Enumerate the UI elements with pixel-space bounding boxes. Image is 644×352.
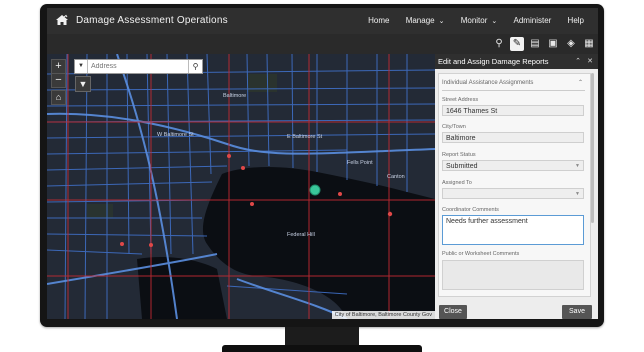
public-comments-label: Public or Worksheet Comments bbox=[442, 251, 520, 257]
photo-icon[interactable]: ▣ bbox=[546, 37, 560, 51]
chevron-down-icon: ⌄ bbox=[438, 18, 445, 25]
basemap: Baltimore W Baltimore St E Baltimore St … bbox=[47, 54, 435, 319]
close-icon[interactable]: ✕ bbox=[587, 57, 593, 65]
panel-scrollbar[interactable] bbox=[591, 73, 594, 223]
filter-button[interactable]: ▼ bbox=[75, 76, 91, 92]
panel-form: Individual Assistance Assignments ⌃ Stre… bbox=[438, 73, 591, 297]
nav-help-label: Help bbox=[567, 16, 584, 25]
address-search[interactable]: ▼ ⚲ bbox=[74, 59, 203, 74]
street-address-label: Street Address bbox=[442, 97, 479, 103]
chevron-down-icon: ⌄ bbox=[491, 18, 498, 25]
report-status-label: Report Status bbox=[442, 152, 476, 158]
map-toolbar: ⚲ ✎ ▤ ▣ ◈ ▦ bbox=[47, 34, 598, 54]
app-title: Damage Assessment Operations bbox=[76, 15, 228, 26]
search-input[interactable] bbox=[89, 60, 189, 73]
nav-administer-label: Administer bbox=[513, 16, 552, 25]
coordinator-comments-input[interactable]: Needs further assessment bbox=[442, 215, 584, 245]
house-damage-icon bbox=[56, 14, 68, 25]
assigned-to-select[interactable]: ▼ bbox=[442, 188, 584, 199]
top-navigation-bar: Damage Assessment Operations Home Manage… bbox=[47, 8, 598, 34]
zoom-out-button[interactable]: − bbox=[51, 73, 66, 88]
search-icon[interactable]: ⚲ bbox=[188, 60, 202, 73]
map-label: Federal Hill bbox=[287, 232, 315, 238]
chevron-down-icon[interactable]: ▼ bbox=[75, 60, 88, 73]
assigned-to-label: Assigned To bbox=[442, 180, 472, 186]
chevron-down-icon: ▼ bbox=[575, 163, 580, 169]
chevron-down-icon: ▼ bbox=[575, 191, 580, 197]
report-status-select[interactable]: Submitted ▼ bbox=[442, 160, 584, 171]
street-address-field[interactable]: 1646 Thames St bbox=[442, 105, 584, 116]
panel-header: Edit and Assign Damage Reports ⌃ ✕ bbox=[435, 54, 598, 69]
chevron-up-icon: ⌃ bbox=[577, 80, 583, 86]
map-label: Canton bbox=[387, 174, 405, 180]
map-label: W Baltimore St bbox=[157, 132, 194, 138]
report-status-value: Submitted bbox=[446, 163, 478, 170]
map-label: Baltimore bbox=[223, 93, 246, 99]
table-icon[interactable]: ▤ bbox=[528, 37, 542, 51]
collapse-icon[interactable]: ⌃ bbox=[575, 57, 581, 65]
home-extent-button[interactable]: ⌂ bbox=[51, 90, 66, 105]
map-label: Fells Point bbox=[347, 160, 373, 166]
coordinator-comments-label: Coordinator Comments bbox=[442, 207, 499, 213]
map-label: E Baltimore St bbox=[287, 134, 323, 140]
monitor-stand bbox=[222, 345, 422, 352]
section-title: Individual Assistance Assignments bbox=[442, 80, 534, 86]
section-header[interactable]: Individual Assistance Assignments ⌃ bbox=[442, 77, 585, 91]
zoom-in-button[interactable]: + bbox=[51, 59, 66, 74]
city-town-label: City/Town bbox=[442, 124, 466, 130]
map-view[interactable]: Baltimore W Baltimore St E Baltimore St … bbox=[47, 54, 435, 319]
layers-icon[interactable]: ◈ bbox=[564, 37, 578, 51]
close-button[interactable]: Close bbox=[439, 305, 467, 319]
app-screen: Damage Assessment Operations Home Manage… bbox=[47, 8, 598, 319]
map-attribution: City of Baltimore, Baltimore County Gov bbox=[331, 311, 435, 319]
main-nav: Home Manage ⌄ Monitor ⌄ Administer Help bbox=[368, 16, 598, 25]
edit-pencil-icon[interactable]: ✎ bbox=[510, 37, 524, 51]
edit-assign-panel: Edit and Assign Damage Reports ⌃ ✕ Indiv… bbox=[435, 54, 598, 319]
nav-manage-label: Manage bbox=[405, 16, 435, 25]
nav-home[interactable]: Home bbox=[368, 16, 389, 25]
filter-icon: ▼ bbox=[78, 79, 88, 89]
pin-icon[interactable]: ⚲ bbox=[492, 37, 506, 51]
nav-administer[interactable]: Administer bbox=[514, 16, 552, 25]
nav-manage[interactable]: Manage ⌄ bbox=[406, 16, 445, 25]
city-town-field[interactable]: Baltimore bbox=[442, 132, 584, 143]
panel-title: Edit and Assign Damage Reports bbox=[438, 57, 549, 66]
nav-help[interactable]: Help bbox=[568, 16, 584, 25]
home-icon: ⌂ bbox=[55, 92, 62, 102]
grid-icon[interactable]: ▦ bbox=[582, 37, 596, 51]
nav-home-label: Home bbox=[368, 16, 390, 25]
save-button[interactable]: Save bbox=[562, 305, 592, 319]
nav-monitor-label: Monitor bbox=[460, 16, 488, 25]
public-comments-input[interactable] bbox=[442, 260, 584, 290]
monitor-neck bbox=[285, 327, 359, 345]
nav-monitor[interactable]: Monitor ⌄ bbox=[461, 16, 498, 25]
